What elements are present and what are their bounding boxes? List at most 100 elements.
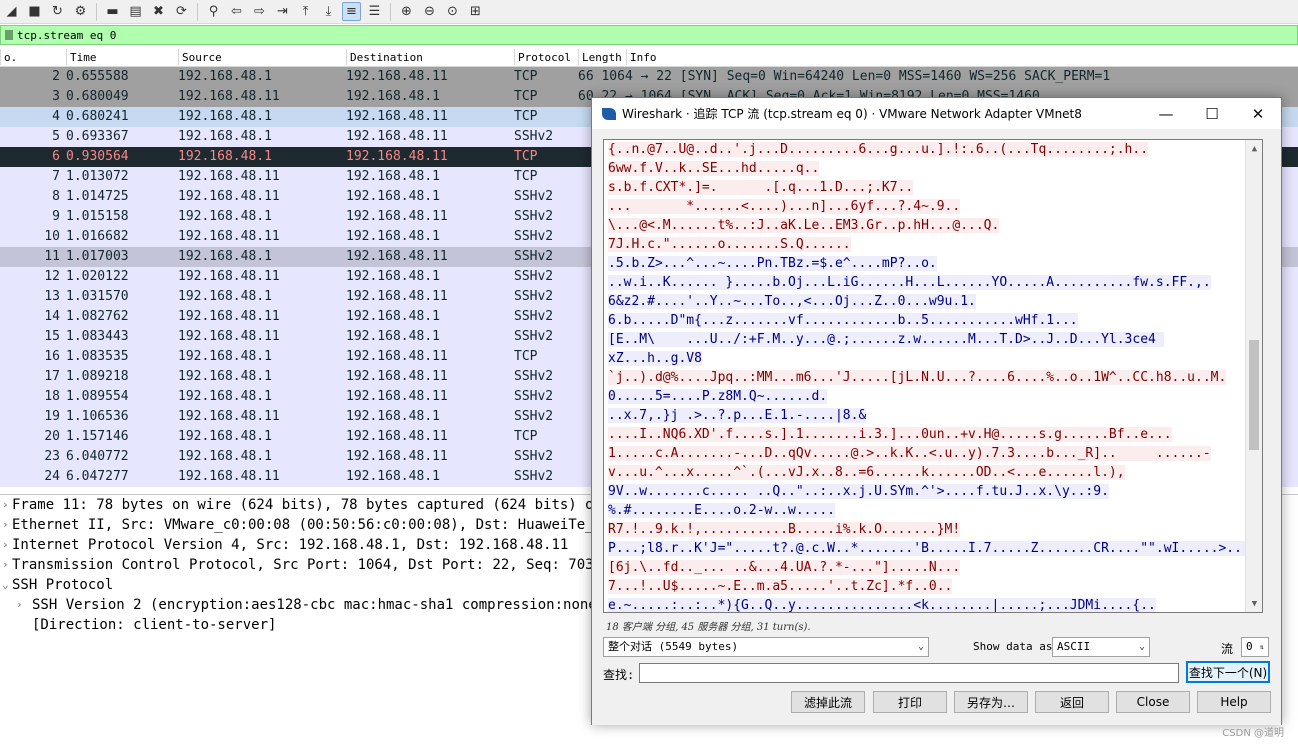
display-filter-bar[interactable]: tcp.stream eq 0: [0, 25, 1298, 45]
close-icon[interactable]: ✕: [1235, 98, 1281, 129]
packet-cell-src: 192.168.48.1: [178, 129, 272, 144]
packet-cell-dst: 192.168.48.1: [346, 189, 440, 204]
packet-cell-src: 192.168.48.1: [178, 369, 272, 384]
packet-cell-proto: SSHv2: [514, 389, 554, 404]
find-input[interactable]: [639, 663, 1179, 683]
stop-icon[interactable]: ■: [25, 2, 44, 21]
save-as-button[interactable]: 另存为…: [954, 691, 1028, 713]
packet-cell-time: 1.082762: [66, 309, 129, 324]
column-header-info[interactable]: Info: [626, 49, 657, 65]
packet-cell-time: 0.930564: [66, 149, 129, 164]
conversation-select[interactable]: 整个对话 (5549 bytes) ⌄: [603, 637, 929, 657]
packet-cell-no: 11: [44, 249, 60, 264]
packet-cell-proto: SSHv2: [514, 289, 554, 304]
resize-columns-icon[interactable]: ⊞: [466, 2, 485, 21]
packet-cell-no: 9: [52, 209, 60, 224]
packet-cell-src: 192.168.48.1: [178, 389, 272, 404]
stream-number-spinbox[interactable]: 0 ⇅: [1241, 637, 1269, 657]
packet-cell-proto: SSHv2: [514, 309, 554, 324]
packet-cell-no: 12: [44, 269, 60, 284]
go-forward-icon[interactable]: ⇨: [250, 2, 269, 21]
packet-cell-proto: SSHv2: [514, 369, 554, 384]
autoscroll-icon[interactable]: ≡: [342, 2, 361, 21]
packet-cell-proto: SSHv2: [514, 129, 554, 144]
help-button[interactable]: Help: [1197, 691, 1271, 713]
packet-cell-src: 192.168.48.11: [178, 409, 280, 424]
display-filter-input[interactable]: tcp.stream eq 0: [17, 29, 116, 42]
follow-tcp-stream-dialog: Wireshark · 追踪 TCP 流 (tcp.stream eq 0) ·…: [591, 97, 1282, 725]
packet-cell-src: 192.168.48.1: [178, 429, 272, 444]
packet-cell-no: 3: [52, 89, 60, 104]
column-header-source[interactable]: Source: [178, 49, 222, 65]
close-file-icon[interactable]: ✖: [149, 2, 168, 21]
shark-fin-icon[interactable]: ◢: [2, 2, 21, 21]
zoom-out-icon[interactable]: ⊖: [420, 2, 439, 21]
packet-cell-time: 0.680241: [66, 109, 129, 124]
packet-cell-no: 15: [44, 329, 60, 344]
packet-cell-src: 192.168.48.1: [178, 149, 272, 164]
column-header-length[interactable]: Length: [578, 49, 622, 65]
zoom-normal-icon[interactable]: ⊙: [443, 2, 462, 21]
packet-cell-dst: 192.168.48.11: [346, 289, 448, 304]
show-data-as-select[interactable]: ASCII ⌄: [1052, 637, 1150, 657]
packet-cell-dst: 192.168.48.11: [346, 69, 448, 84]
packet-cell-no: 24: [44, 469, 60, 484]
last-packet-icon[interactable]: ⤓: [319, 2, 338, 21]
find-icon[interactable]: ⚲: [204, 2, 223, 21]
stream-scrollbar[interactable]: ▲ ▼: [1245, 140, 1262, 612]
column-header-o[interactable]: o.: [0, 49, 17, 65]
filter-out-stream-button[interactable]: 滤掉此流: [791, 691, 865, 713]
packet-cell-time: 1.106536: [66, 409, 129, 424]
packet-cell-no: 19: [44, 409, 60, 424]
packet-cell-proto: SSHv2: [514, 249, 554, 264]
client-data-line: ....I..NQ6.XD'.f....s.].1.......i.3.]...…: [608, 427, 1172, 442]
back-button[interactable]: 返回: [1035, 691, 1109, 713]
scroll-up-icon[interactable]: ▲: [1246, 140, 1262, 157]
colorize-icon[interactable]: ☰: [365, 2, 384, 21]
packet-cell-src: 192.168.48.11: [178, 309, 280, 324]
packet-cell-dst: 192.168.48.1: [346, 269, 440, 284]
first-packet-icon[interactable]: ⤒: [296, 2, 315, 21]
packet-cell-proto: TCP: [514, 89, 538, 104]
packet-cell-dst: 192.168.48.11: [346, 389, 448, 404]
packet-cell-proto: SSHv2: [514, 329, 554, 344]
packet-cell-src: 192.168.48.11: [178, 229, 280, 244]
server-data-line: xZ...h..g.V8: [608, 351, 702, 366]
packet-cell-src: 192.168.48.1: [178, 209, 272, 224]
options-gear-icon[interactable]: ⚙: [71, 2, 90, 21]
column-header-protocol[interactable]: Protocol: [514, 49, 571, 65]
restart-icon[interactable]: ↻: [48, 2, 67, 21]
reload-icon[interactable]: ⟳: [172, 2, 191, 21]
zoom-in-icon[interactable]: ⊕: [397, 2, 416, 21]
packet-cell-src: 192.168.48.1: [178, 69, 272, 84]
find-next-button[interactable]: 查找下一个(N): [1186, 661, 1270, 683]
minimize-icon[interactable]: —: [1143, 98, 1189, 129]
go-to-packet-icon[interactable]: ⇥: [273, 2, 292, 21]
print-button[interactable]: 打印: [873, 691, 947, 713]
packet-cell-time: 1.015158: [66, 209, 129, 224]
toolbar-separator: [197, 2, 198, 21]
server-data-line: ..w.i..K...... }.....b.Oj...L.iG......H.…: [608, 275, 1211, 290]
packet-cell-time: 0.655588: [66, 69, 129, 84]
go-back-icon[interactable]: ⇦: [227, 2, 246, 21]
close-button[interactable]: Close: [1116, 691, 1190, 713]
packet-cell-src: 192.168.48.1: [178, 289, 272, 304]
scroll-thumb[interactable]: [1249, 340, 1259, 450]
save-file-icon[interactable]: ▤: [126, 2, 145, 21]
packet-cell-src: 192.168.48.11: [178, 169, 280, 184]
column-header-time[interactable]: Time: [66, 49, 97, 65]
column-header-destination[interactable]: Destination: [346, 49, 423, 65]
packet-cell-dst: 192.168.48.11: [346, 129, 448, 144]
server-data-line: [E..M\ ...U../:+F.M..y...@.;......z.w...…: [608, 332, 1164, 347]
packet-row[interactable]: 2 0.655588 192.168.48.1 192.168.48.11 TCP 66 …: [0, 67, 1298, 87]
packet-cell-no: 6: [52, 149, 60, 164]
bookmark-icon[interactable]: [5, 30, 13, 40]
maximize-icon[interactable]: ☐: [1189, 98, 1235, 129]
client-data-line: R7.!..9.k.!,...........B.....i%.k.O.....…: [608, 522, 961, 537]
client-data-line: \...@<.M......t%..:J..aK.Le..EM3.Gr..p.h…: [608, 218, 1000, 233]
packet-cell-time: 1.013072: [66, 169, 129, 184]
open-folder-icon[interactable]: ▬: [103, 2, 122, 21]
packet-cell-time: 1.016682: [66, 229, 129, 244]
stream-content[interactable]: {..n.@7..U@..d..'.j...D.........6...g...…: [603, 139, 1263, 613]
scroll-down-icon[interactable]: ▼: [1246, 595, 1262, 612]
